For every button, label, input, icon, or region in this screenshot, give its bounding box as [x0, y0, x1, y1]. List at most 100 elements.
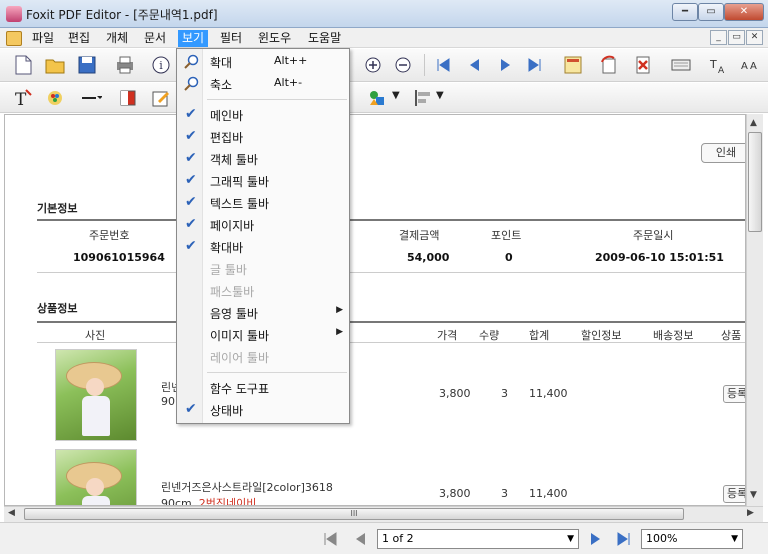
menu-item-shading-toolbar[interactable]: 음영 툴바 ▶ [179, 302, 349, 324]
character-spacing-icon[interactable]: AA [738, 54, 760, 76]
menu-item-label: 편집바 [210, 131, 244, 145]
info-icon[interactable]: i [150, 54, 172, 76]
menu-item-page-bar[interactable]: ✔ 페이지바 [179, 214, 349, 236]
product-price: 3,800 [439, 387, 471, 400]
product-header-total: 합계 [529, 329, 550, 342]
vertical-scroll-thumb[interactable] [748, 132, 762, 232]
chevron-down-icon: ▼ [731, 534, 738, 544]
review-button[interactable]: 등록 [723, 485, 745, 503]
rotate-page-icon[interactable] [598, 54, 620, 76]
previous-page-icon[interactable] [464, 54, 486, 76]
open-folder-icon[interactable] [44, 54, 66, 76]
menu-item-path-toolbar: 패스툴바 [179, 280, 349, 302]
text-tool-icon[interactable]: T [12, 87, 34, 109]
first-page-icon[interactable] [432, 54, 454, 76]
gradient-fill-icon[interactable] [118, 87, 140, 109]
menu-item-status-bar[interactable]: ✔ 상태바 [179, 399, 349, 421]
next-page-icon[interactable] [494, 54, 516, 76]
menu-item-zoom-in[interactable]: 확대 Alt++ [179, 51, 349, 73]
product-header-price: 가격 [437, 329, 458, 342]
menu-item-label: 상태바 [210, 404, 244, 418]
keyboard-icon[interactable] [670, 54, 692, 76]
zoom-in-circle-icon[interactable] [362, 54, 384, 76]
menu-item-main-bar[interactable]: ✔ 메인바 [179, 104, 349, 126]
review-button[interactable]: 등록 [723, 385, 745, 403]
save-icon[interactable] [76, 54, 98, 76]
menu-window[interactable]: 윈도우 [254, 30, 295, 47]
text-translate-icon[interactable]: TA [706, 54, 728, 76]
first-page-icon[interactable] [322, 531, 338, 547]
product-option-size: 90cm, [161, 497, 199, 506]
page-number-select[interactable]: 1 of 2 ▼ [377, 529, 579, 549]
align-icon[interactable] [412, 87, 434, 109]
scroll-left-arrow[interactable]: ◀ [8, 508, 15, 518]
align-dropdown-arrow[interactable]: ▼ [436, 90, 444, 101]
menu-item-function-table[interactable]: 함수 도구표 [179, 377, 349, 399]
menu-item-zoom-out[interactable]: 축소 Alt+- [179, 73, 349, 95]
basic-value-order-no: 109061015964 [73, 251, 165, 264]
menu-filter[interactable]: 필터 [216, 30, 246, 47]
menu-help[interactable]: 도움말 [304, 30, 345, 47]
zoom-out-circle-icon[interactable] [392, 54, 414, 76]
menu-document[interactable]: 문서 [140, 30, 170, 47]
menu-bar: 파일 편집 개체 문서 보기 필터 윈도우 도움말 [0, 28, 768, 48]
menu-item-object-toolbar[interactable]: ✔ 객체 툴바 [179, 148, 349, 170]
print-icon[interactable] [114, 54, 136, 76]
menu-object[interactable]: 개체 [102, 30, 132, 47]
product-total: 11,400 [529, 487, 568, 500]
menu-item-label: 이미지 툴바 [210, 329, 270, 343]
horizontal-scroll-thumb[interactable]: III [24, 508, 684, 520]
scroll-right-arrow[interactable]: ▶ [747, 508, 754, 518]
mdi-minimize-button[interactable]: _ [710, 30, 727, 45]
close-button[interactable]: ✕ [724, 3, 764, 21]
product-header-discount: 할인정보 [581, 329, 622, 342]
menu-item-image-toolbar[interactable]: 이미지 툴바 ▶ [179, 324, 349, 346]
checkmark-icon: ✔ [185, 128, 197, 144]
product-photo [55, 349, 137, 441]
menu-file[interactable]: 파일 [28, 30, 58, 47]
shapes-icon[interactable] [366, 87, 388, 109]
document-icon[interactable] [6, 31, 22, 46]
svg-text:A: A [718, 66, 725, 76]
line-style-icon[interactable] [80, 87, 102, 109]
edit-object-icon[interactable] [150, 87, 172, 109]
basic-header-order-date: 주문일시 [633, 229, 674, 242]
horizontal-scrollbar[interactable]: ◀ III ▶ [4, 506, 763, 522]
product-quantity: 3 [501, 387, 508, 400]
menu-view[interactable]: 보기 [178, 30, 209, 47]
shapes-dropdown-arrow[interactable]: ▼ [392, 90, 400, 101]
menu-item-zoom-bar[interactable]: ✔ 확대바 [179, 236, 349, 258]
title-bar: Foxit PDF Editor - [주문내역1.pdf] ━ ▭ ✕ [0, 0, 768, 28]
menu-item-label: 글 툴바 [210, 263, 247, 277]
print-button[interactable]: 인쇄 [701, 143, 745, 163]
menu-edit[interactable]: 편집 [64, 30, 94, 47]
new-document-icon[interactable] [12, 54, 34, 76]
foxit-app-icon [6, 6, 22, 22]
scroll-down-arrow[interactable]: ▼ [750, 490, 757, 500]
menu-item-text-toolbar[interactable]: ✔ 텍스트 툴바 [179, 192, 349, 214]
mdi-restore-button[interactable]: ▭ [728, 30, 745, 45]
scroll-up-arrow[interactable]: ▲ [750, 118, 757, 128]
vertical-scrollbar[interactable]: ▲ ▼ [746, 114, 763, 506]
last-page-icon[interactable] [616, 531, 632, 547]
minimize-button[interactable]: ━ [672, 3, 698, 21]
last-page-icon[interactable] [524, 54, 546, 76]
previous-page-icon[interactable] [352, 531, 368, 547]
maximize-button[interactable]: ▭ [698, 3, 724, 21]
delete-page-icon[interactable] [632, 54, 654, 76]
mdi-close-button[interactable]: ✕ [746, 30, 763, 45]
zoom-select[interactable]: 100% ▼ [641, 529, 743, 549]
product-photo [55, 449, 137, 505]
menu-item-label: 메인바 [210, 109, 244, 123]
menu-item-graphic-toolbar[interactable]: ✔ 그래픽 툴바 [179, 170, 349, 192]
checkmark-icon: ✔ [185, 238, 197, 254]
product-name-line1: 린넨거즈은사스트라일[2color]3618 [161, 481, 333, 494]
menu-item-edit-bar[interactable]: ✔ 편집바 [179, 126, 349, 148]
menu-item-label: 확대 [210, 56, 233, 70]
product-name-line2: 90cm, 2번진네이비 [161, 495, 256, 506]
status-bar: 1 of 2 ▼ 100% ▼ [0, 522, 768, 554]
next-page-icon[interactable] [588, 531, 604, 547]
basic-header-payment: 결제금액 [399, 229, 440, 242]
color-palette-icon[interactable] [44, 87, 66, 109]
form-icon[interactable] [562, 54, 584, 76]
